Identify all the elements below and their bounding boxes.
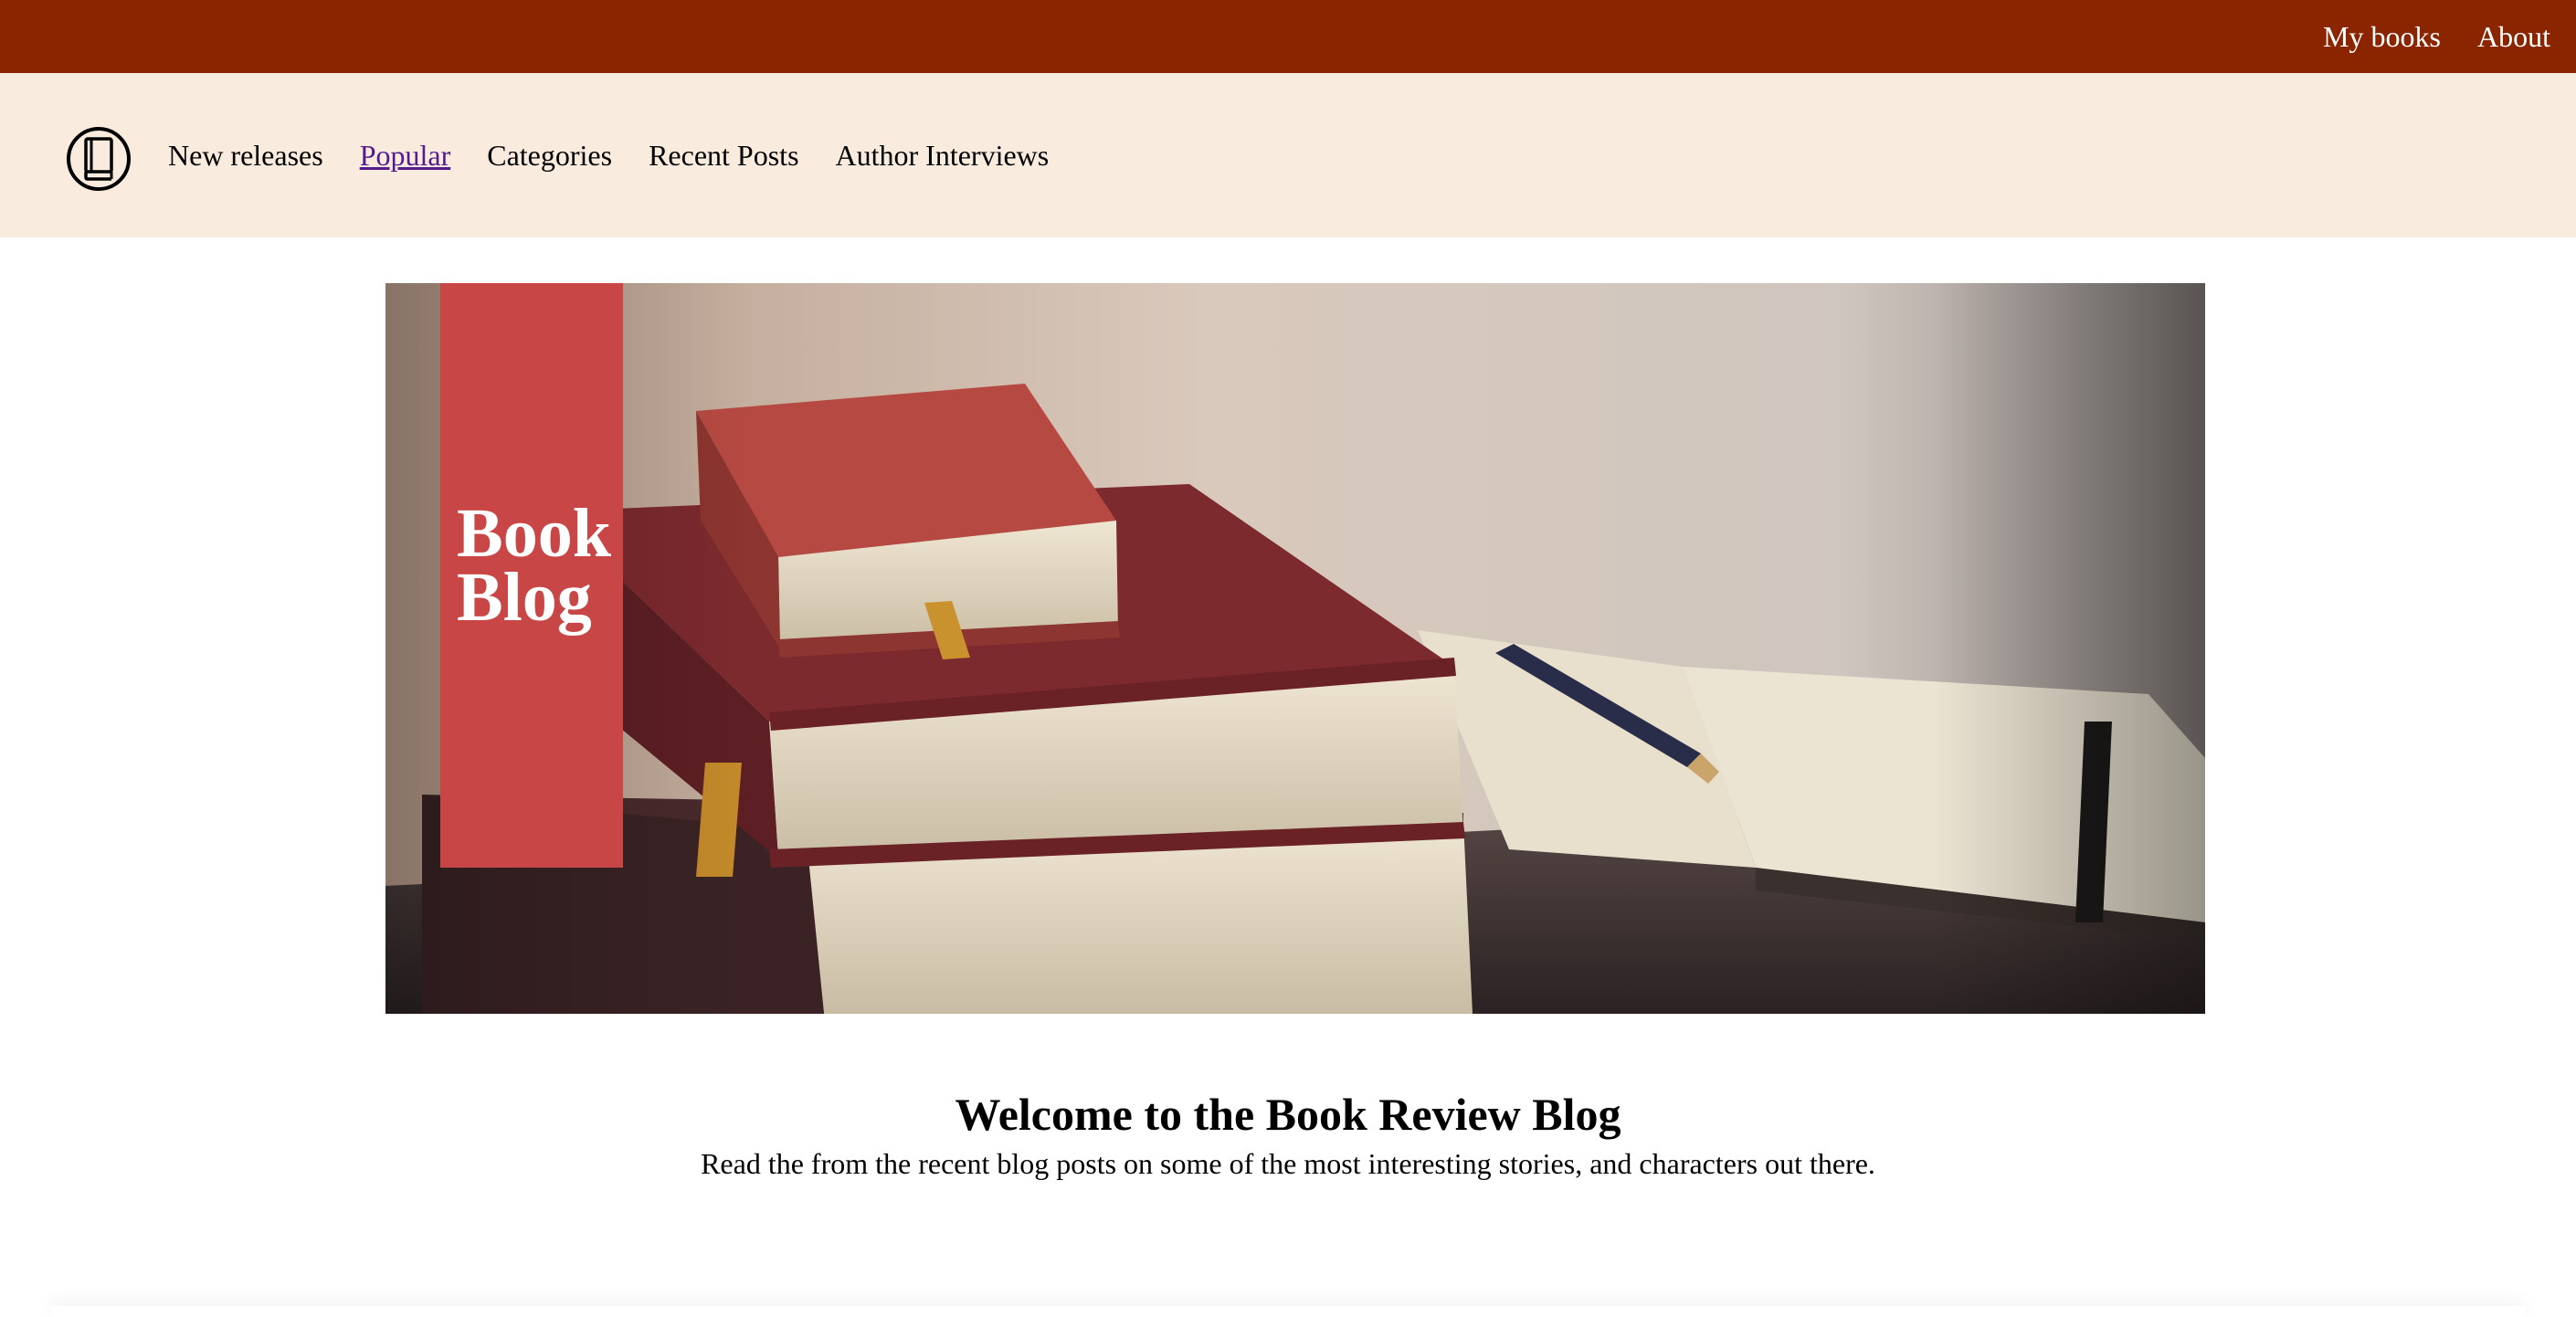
- nav-author-interviews[interactable]: Author Interviews: [836, 141, 1050, 170]
- nav-new-releases[interactable]: New releases: [168, 141, 323, 170]
- top-bar-links: My books About: [2323, 0, 2550, 73]
- hero-title-badge: Book Blog: [440, 283, 623, 868]
- about-link[interactable]: About: [2477, 22, 2550, 51]
- nav-recent-posts[interactable]: Recent Posts: [649, 141, 798, 170]
- main-nav: New releases Popular Categories Recent P…: [0, 73, 2576, 237]
- book-circle-icon[interactable]: [66, 126, 132, 192]
- nav-popular[interactable]: Popular: [360, 141, 451, 170]
- hero-title: Book Blog: [457, 499, 621, 632]
- my-books-link[interactable]: My books: [2323, 22, 2441, 51]
- top-bar: My books About: [0, 0, 2576, 73]
- nav-links: New releases Popular Categories Recent P…: [168, 73, 1049, 237]
- hero-banner: Book Blog: [385, 283, 2205, 1014]
- welcome-heading: Welcome to the Book Review Blog: [955, 1089, 1621, 1140]
- content-card-edge: [51, 1306, 2525, 1317]
- hero-photo: [385, 283, 2205, 1014]
- welcome-section: Welcome to the Book Review Blog Read the…: [0, 1087, 2576, 1184]
- hero-title-line2: Blog: [457, 558, 592, 636]
- nav-categories[interactable]: Categories: [487, 141, 612, 170]
- welcome-text: Read the from the recent blog posts on s…: [701, 1147, 1875, 1180]
